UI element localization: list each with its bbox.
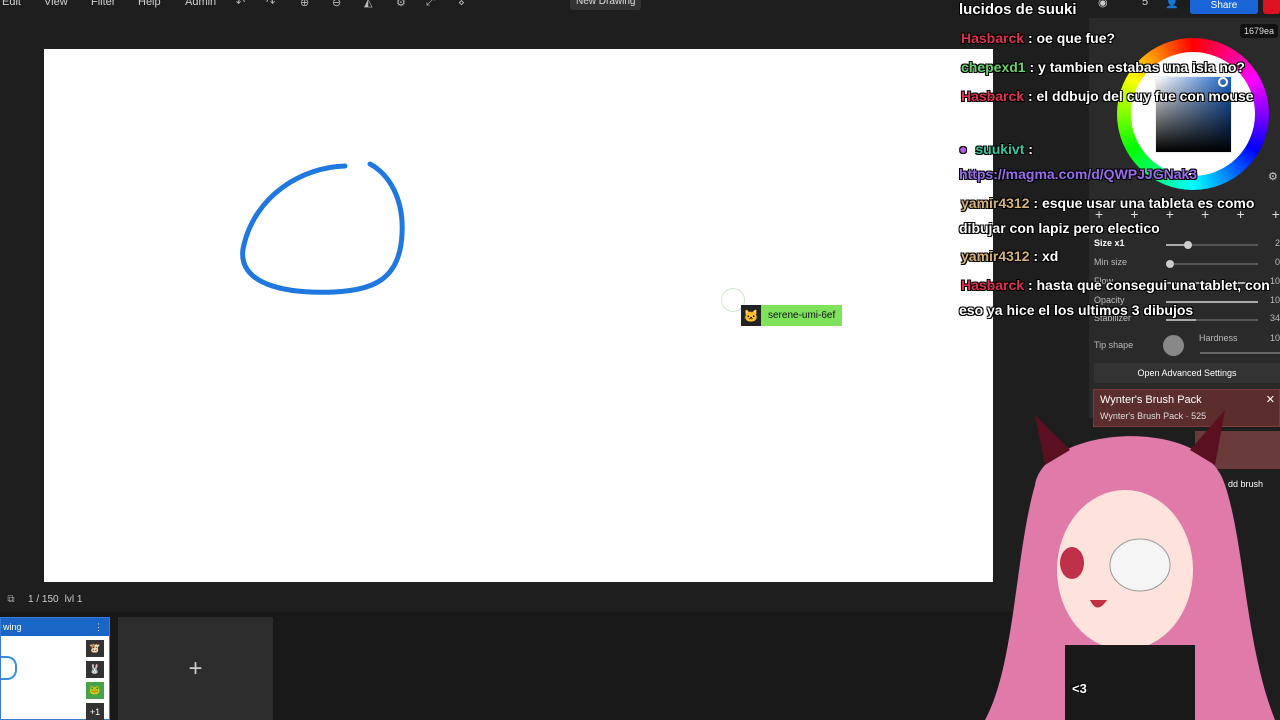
chat-username: yamir4312 — [961, 248, 1030, 264]
add-frame-button[interactable]: + — [118, 617, 273, 720]
collaborator-avatar: 🐰 — [86, 661, 104, 678]
document-title[interactable]: New Drawing — [570, 0, 642, 10]
stroke-layer — [240, 161, 405, 295]
layers-icon[interactable]: ⧉ — [0, 594, 22, 605]
menu-help[interactable]: Help — [138, 0, 161, 8]
advanced-settings-button[interactable]: Open Advanced Settings — [1094, 363, 1280, 383]
chat-username: chepexd1 — [961, 59, 1026, 75]
menu-admin[interactable]: Admin — [185, 0, 216, 8]
fullscreen-icon[interactable]: ⤢ — [426, 0, 435, 9]
drawing-canvas[interactable]: 🐱 serene-umi-6ef — [44, 49, 993, 582]
chat-username: suukivt — [975, 141, 1025, 157]
chat-link[interactable]: https://magma.com/d/QWPJJGNak3 — [959, 166, 1197, 182]
settings-icon[interactable]: ⚙ — [396, 0, 406, 9]
chat-message: Hasbarck : hasta que consegui una tablet… — [959, 273, 1279, 323]
undo-icon[interactable]: ↶ — [236, 0, 245, 9]
share-button[interactable]: Share — [1190, 0, 1258, 14]
chat-message: yamir4312 : esque usar una tableta es co… — [959, 191, 1274, 241]
chat-text: : y tambien estabas una isla no? — [1029, 59, 1245, 75]
frame-card[interactable]: wing ⋮ 🐮 🐰 🐸 +1 — [0, 617, 110, 720]
tip-shape-label: Tip shape — [1094, 340, 1134, 350]
status-bar: ⧉ 1 / 150 lvl 1 — [0, 590, 120, 608]
mic-icon: ● — [959, 141, 968, 157]
chat-message: chepexd1 : y tambien estabas una isla no… — [961, 55, 1280, 80]
zoom-in-icon[interactable]: ⊕ — [300, 0, 309, 9]
grid-icon[interactable]: ⋄ — [458, 0, 465, 9]
hardness-value: 10 — [1270, 333, 1280, 343]
frame-menu-icon[interactable]: ⋮ — [94, 618, 103, 636]
chat-username: Hasbarck — [961, 88, 1025, 104]
chat-message: Hasbarck : el ddbujo del cuy fue con mou… — [959, 84, 1259, 109]
chat-title: lucidos de suuki — [959, 1, 1077, 18]
chat-text: : — [1028, 141, 1033, 157]
chat-username: Hasbarck — [961, 30, 1025, 46]
flip-icon[interactable]: ◭ — [364, 0, 372, 9]
avatar-stack-icon: ◉ — [1098, 0, 1108, 9]
hardness-slider[interactable] — [1200, 352, 1280, 354]
menu-view[interactable]: View — [44, 0, 68, 8]
collaborator-more: +1 — [86, 703, 104, 720]
chat-username: yamir4312 — [961, 195, 1030, 211]
chat-text: : xd — [1033, 248, 1059, 264]
overlay-heart-text: <3 — [1072, 681, 1087, 696]
collaborator-thumbs: 🐮 🐰 🐸 +1 — [86, 640, 104, 720]
remote-user-name: serene-umi-6ef — [768, 310, 836, 321]
chat-message: https://magma.com/d/QWPJJGNak3 — [959, 162, 1279, 187]
chat-message: ● suukivt : — [959, 137, 1279, 162]
menubar: Edit View Filter Help Admin ↶ ↷ ⊕ ⊖ ◭ ⚙ … — [0, 0, 960, 12]
tip-shape-round-icon[interactable] — [1163, 335, 1184, 356]
frame-thumbnail-stroke — [1, 656, 17, 680]
remote-user-tag: 🐱 serene-umi-6ef — [741, 305, 843, 326]
collaborator-avatar: 🐸 — [86, 682, 104, 699]
frame-counter: 1 / 150 — [28, 593, 59, 605]
chat-text: : oe que fue? — [1027, 30, 1116, 46]
collaborator-avatar: 🐮 — [86, 640, 104, 657]
chat-text: : el ddbujo del cuy fue con mouse — [1027, 88, 1254, 104]
level-indicator: lvl 1 — [64, 593, 83, 605]
user-icon[interactable]: 👤 — [1165, 0, 1179, 9]
chat-username: Hasbarck — [961, 277, 1025, 293]
chat-message: Hasbarck : oe que fue? — [961, 26, 1280, 51]
eye-shape — [1060, 547, 1084, 579]
zoom-out-icon[interactable]: ⊖ — [332, 0, 341, 9]
redo-icon[interactable]: ↷ — [266, 0, 275, 9]
account-icon[interactable] — [1263, 0, 1280, 14]
viewer-count: 5 — [1142, 0, 1149, 8]
frame-card-title: wing — [3, 622, 22, 632]
app-root: Edit View Filter Help Admin ↶ ↷ ⊕ ⊖ ◭ ⚙ … — [0, 0, 1280, 720]
chat-message: yamir4312 : xd — [961, 244, 1280, 269]
frame-card-header: wing ⋮ — [1, 618, 109, 636]
vtuber-avatar — [985, 410, 1275, 720]
hardness-label: Hardness — [1199, 333, 1238, 343]
eyepatch-shape — [1109, 538, 1171, 592]
menu-filter[interactable]: Filter — [91, 0, 115, 8]
user-avatar-icon: 🐱 — [741, 305, 761, 326]
brush-stroke — [240, 161, 405, 295]
menu-edit[interactable]: Edit — [2, 0, 21, 8]
